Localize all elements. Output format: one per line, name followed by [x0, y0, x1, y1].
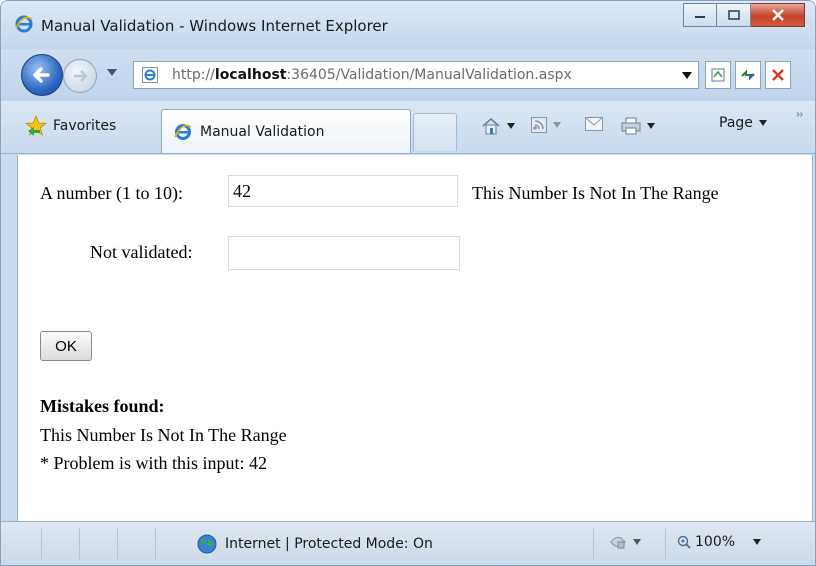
recent-pages-dropdown[interactable] — [107, 69, 117, 76]
not-validated-input[interactable] — [228, 236, 460, 270]
printer-icon — [621, 117, 641, 135]
validation-summary-detail: * Problem is with this input: 42 — [40, 453, 268, 473]
status-bar: Internet | Protected Mode: On 100% — [1, 521, 815, 565]
minimize-button[interactable] — [683, 3, 717, 27]
home-button[interactable] — [481, 117, 515, 135]
mail-icon — [585, 117, 603, 131]
security-zone-label: Internet | Protected Mode: On — [225, 536, 433, 552]
url-host: localhost — [214, 67, 287, 83]
zone-settings-button[interactable] — [609, 534, 641, 550]
status-divider — [593, 528, 594, 560]
favorites-label: Favorites — [53, 118, 117, 134]
status-divider — [117, 528, 118, 560]
read-mail-button[interactable] — [585, 117, 603, 131]
refresh-button[interactable] — [735, 61, 761, 89]
chevron-down-icon — [758, 120, 767, 126]
url-path: :36405/Validation/ManualValidation.aspx — [286, 67, 572, 83]
back-arrow-icon — [33, 67, 50, 83]
address-dropdown[interactable] — [682, 72, 692, 79]
chevron-down-icon — [553, 122, 561, 128]
title-bar: Manual Validation - Windows Internet Exp… — [1, 1, 815, 49]
chevron-more-icon[interactable]: ›› — [796, 109, 803, 120]
tab-manual-validation[interactable]: Manual Validation — [161, 109, 411, 153]
window-controls — [683, 3, 805, 29]
favorites-button[interactable]: Favorites — [25, 115, 116, 137]
protected-mode-icon — [610, 537, 626, 549]
url-scheme: http:// — [172, 67, 215, 83]
status-divider — [665, 528, 666, 560]
chevron-down-icon — [507, 123, 515, 129]
page-content: A number (1 to 10): This Number Is Not I… — [17, 155, 813, 521]
stop-button[interactable] — [765, 61, 791, 89]
print-button[interactable] — [621, 117, 655, 135]
zoom-level: 100% — [695, 534, 736, 550]
compatibility-view-button[interactable] — [705, 61, 731, 89]
close-icon — [771, 9, 784, 21]
minimize-icon — [695, 16, 705, 18]
range-validator-message: This Number Is Not In The Range — [472, 183, 719, 203]
page-icon — [142, 67, 158, 83]
address-url[interactable]: http://localhost:36405/Validation/Manual… — [172, 67, 572, 83]
compatibility-view-icon — [711, 68, 725, 82]
number-input[interactable] — [228, 175, 458, 207]
refresh-icon — [741, 69, 755, 81]
validation-summary-heading: Mistakes found: — [40, 396, 165, 416]
chevron-down-icon — [647, 123, 655, 129]
window-title: Manual Validation - Windows Internet Exp… — [41, 17, 388, 35]
globe-icon — [197, 534, 217, 554]
tab-label: Manual Validation — [200, 124, 325, 140]
new-tab-button[interactable] — [413, 113, 457, 151]
feeds-button[interactable] — [531, 117, 561, 133]
forward-arrow-icon — [74, 70, 88, 82]
forward-button[interactable] — [63, 59, 97, 93]
status-divider — [79, 528, 80, 560]
page-menu[interactable]: Page — [719, 115, 767, 131]
address-bar[interactable]: http://localhost:36405/Validation/Manual… — [133, 61, 699, 89]
zoom-button[interactable]: 100% — [677, 534, 762, 550]
favorites-star-icon — [25, 115, 47, 136]
zoom-icon — [677, 535, 691, 549]
tab-bar: Favorites Manual Validation Page ›› — [1, 101, 815, 154]
chevron-down-icon — [753, 539, 762, 545]
rss-feed-icon — [531, 117, 547, 133]
ie-logo-icon — [174, 124, 192, 140]
home-icon — [482, 118, 500, 135]
security-zone[interactable]: Internet | Protected Mode: On — [197, 534, 433, 554]
maximize-button[interactable] — [717, 3, 751, 27]
maximize-icon — [727, 10, 740, 20]
ok-button[interactable]: OK — [40, 331, 92, 361]
ie-logo-icon — [15, 15, 33, 33]
close-button[interactable] — [751, 3, 805, 27]
back-button[interactable] — [21, 54, 63, 96]
stop-icon — [772, 69, 784, 81]
chevron-down-icon — [633, 539, 641, 545]
browser-window: Manual Validation - Windows Internet Exp… — [0, 0, 816, 566]
status-divider — [41, 528, 42, 560]
not-validated-label: Not validated: — [90, 242, 193, 262]
status-divider — [155, 528, 156, 560]
number-label: A number (1 to 10): — [40, 183, 183, 203]
navigation-bar: http://localhost:36405/Validation/Manual… — [1, 49, 815, 101]
page-menu-label: Page — [719, 115, 753, 131]
validation-summary-line: This Number Is Not In The Range — [40, 425, 287, 445]
